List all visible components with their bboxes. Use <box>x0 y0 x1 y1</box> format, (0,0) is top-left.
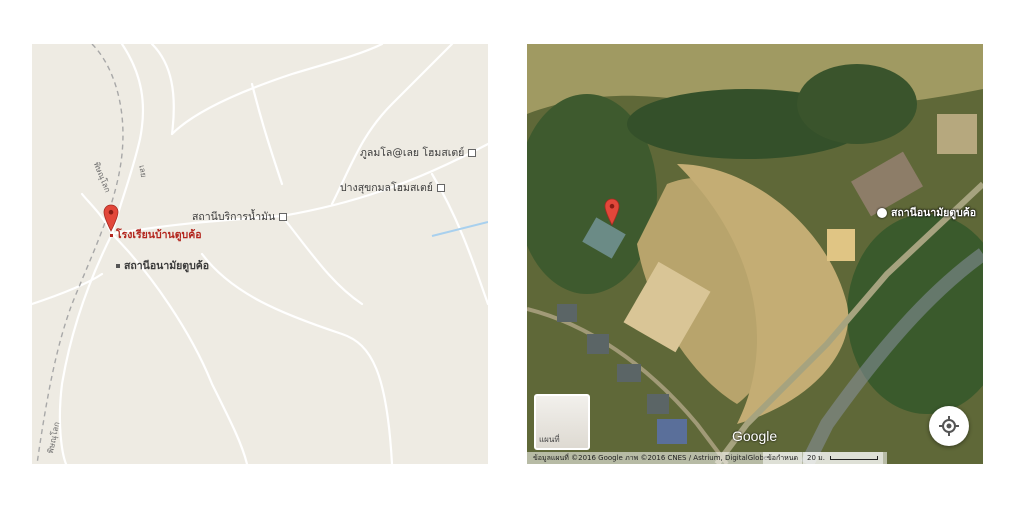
homestay-2-label[interactable]: ปางสุขกมลโฮมสเตย์ <box>340 179 445 196</box>
health-station-label[interactable]: สถานีอนามัยตูบค้อ <box>116 257 209 274</box>
poi-icon <box>279 213 288 221</box>
google-logo: Google <box>732 428 778 444</box>
map-pin-icon[interactable] <box>604 198 620 226</box>
map-type-toggle[interactable]: แผนที่ <box>534 394 590 450</box>
road-map-panel[interactable]: พิษณุโลก เลย พิษณุโลก สถานีบริการน้ำมัน … <box>32 44 488 464</box>
satellite-map-panel[interactable]: สถานีอนามัยตูบค้อ แผนที่ Google ข้อมูลแผ… <box>527 44 983 464</box>
attribution-text: ข้อมูลแผนที่ ©2016 Google ภาพ ©2016 CNES… <box>533 454 769 462</box>
terms-link[interactable]: ข้อกำหนด <box>763 452 803 464</box>
school-label[interactable]: โรงเรียนบ้านตูบค้อ <box>110 226 202 243</box>
health-station-satellite-label[interactable]: สถานีอนามัยตูบค้อ <box>877 204 976 221</box>
scale-bar: 20 ม. <box>803 452 887 464</box>
homestay-1-label[interactable]: ภูลมโล@เลย โฮมสเตย์ <box>360 144 477 161</box>
my-location-icon <box>939 416 959 436</box>
poi-icon <box>436 184 445 192</box>
poi-icon <box>877 208 887 218</box>
road-network <box>32 44 488 464</box>
satellite-imagery <box>527 44 983 464</box>
scale-label: 20 ม. <box>807 454 825 462</box>
road-label-short: เลย <box>137 164 149 179</box>
gas-station-label[interactable]: สถานีบริการน้ำมัน <box>192 208 288 225</box>
my-location-button[interactable] <box>929 406 969 446</box>
map-type-label: แผนที่ <box>539 435 560 444</box>
poi-icon <box>468 149 477 157</box>
